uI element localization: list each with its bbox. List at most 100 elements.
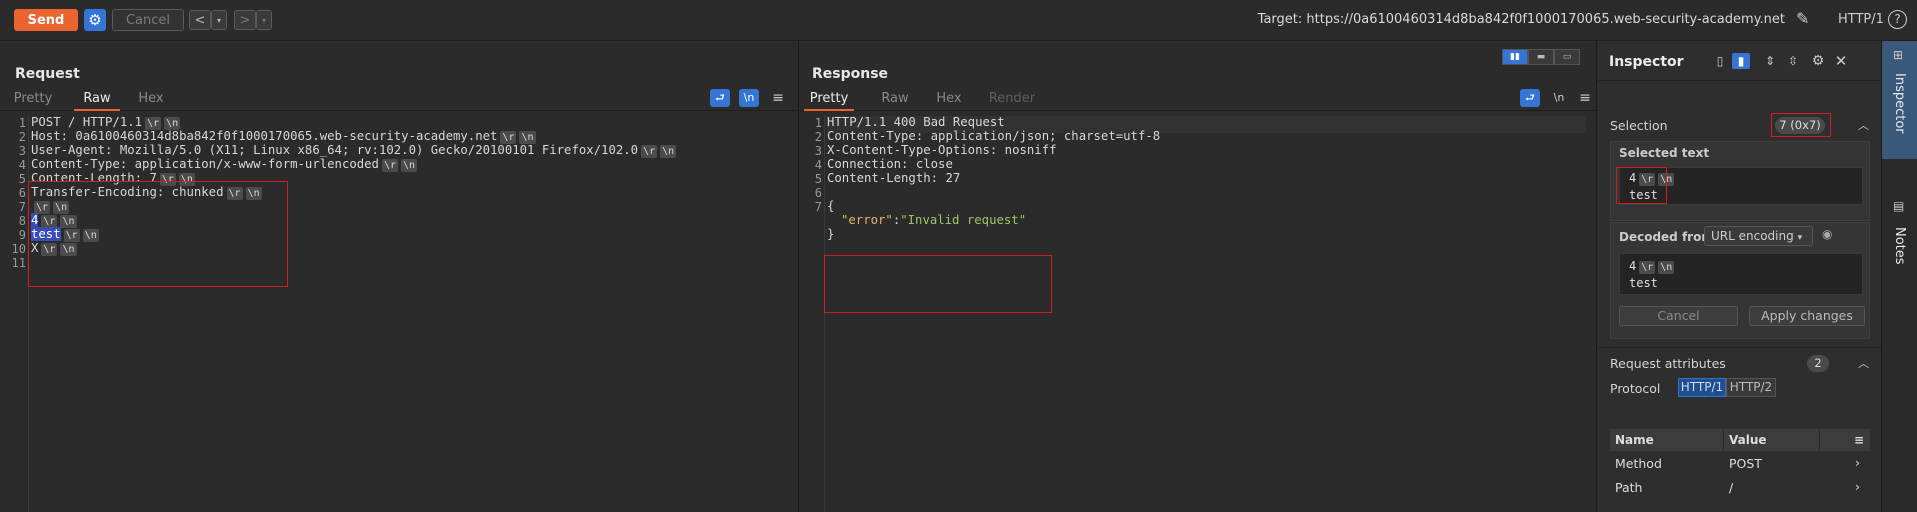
- line-number: 11: [11, 256, 26, 270]
- inspector-settings-gear-icon[interactable]: ⚙: [1809, 53, 1827, 69]
- column-header-name[interactable]: Name: [1610, 429, 1724, 451]
- crlf-marker: \n: [401, 159, 418, 172]
- request-panel: Request Pretty Raw Hex ⮐ \n ≡ 1234567891…: [0, 41, 799, 512]
- inspector-layout-left-icon[interactable]: ▯: [1711, 53, 1729, 69]
- tab-request-pretty[interactable]: Pretty: [10, 88, 56, 111]
- inspector-title: Inspector: [1609, 54, 1684, 70]
- request-gutter: 1 2 3 4 5 6 7 8 9 10 11: [0, 115, 29, 512]
- http-version-label[interactable]: HTTP/1: [1838, 12, 1884, 27]
- selection-section: Selection 7 (0x7) ︿ Selected text 4 \r \n …: [1598, 81, 1881, 243]
- table-menu-icon[interactable]: ≡: [1820, 429, 1870, 451]
- request-editor[interactable]: 1 2 3 4 5 6 7 8 9 10 11 POST / HTTP/1.1 \r \n Host: 0…: [0, 115, 798, 512]
- word-wrap-icon[interactable]: ⮐: [710, 89, 730, 107]
- row-expand-chevron-icon[interactable]: ›: [1855, 455, 1860, 470]
- crlf-marker: \r: [381, 159, 399, 172]
- decoded-line2: test: [1629, 276, 1658, 290]
- response-line: Content-Length: 27: [827, 171, 961, 185]
- notes-rail-icon[interactable]: ▤: [1893, 199, 1904, 213]
- table-row-name[interactable]: Method: [1615, 456, 1662, 471]
- request-attributes-collapse-chevron-icon[interactable]: ︿: [1858, 355, 1869, 371]
- response-json-line: "error":"Invalid request": [841, 213, 1027, 227]
- rail-notes-tab[interactable]: Notes: [1892, 227, 1907, 265]
- table-row-value[interactable]: POST: [1729, 456, 1762, 471]
- expand-all-icon[interactable]: ⇕: [1761, 53, 1779, 69]
- selected-text-label: Selected text: [1619, 146, 1710, 160]
- tab-response-hex[interactable]: Hex: [926, 88, 972, 111]
- decoded-from-box: Decoded from: URL encoding ▾ ◉ 4 \r \n tes…: [1610, 222, 1870, 339]
- decoded-line1: 4: [1629, 259, 1637, 273]
- response-word-wrap-icon[interactable]: ⮐: [1520, 89, 1540, 107]
- response-editor[interactable]: 1234567 HTTP/1.1 400 Bad Request Content-…: [800, 115, 1596, 512]
- request-attributes-label[interactable]: Request attributes: [1610, 356, 1726, 371]
- line-number: 6: [18, 186, 26, 200]
- table-row-value[interactable]: /: [1729, 480, 1733, 495]
- line-number: 2: [18, 130, 26, 144]
- response-title: Response: [812, 66, 889, 82]
- request-attributes-section: Request attributes 2 ︿ Protocol HTTP/1 H…: [1598, 347, 1881, 512]
- line-number: 5: [18, 172, 26, 186]
- toolbar: Send ⚙ Cancel < ▾ > ▾ Target: https://0a…: [0, 0, 1917, 41]
- protocol-http1-toggle[interactable]: HTTP/1: [1678, 378, 1726, 397]
- tab-response-raw[interactable]: Raw: [872, 88, 918, 111]
- previous-request-button[interactable]: <: [189, 10, 211, 30]
- previous-history-dropdown-icon[interactable]: ▾: [211, 10, 227, 30]
- response-editor-menu-icon[interactable]: ≡: [1575, 89, 1595, 107]
- line-number: 10: [11, 242, 26, 256]
- selection-label[interactable]: Selection: [1610, 118, 1668, 133]
- line-number: 3: [18, 144, 26, 158]
- side-rail: ⊞ Inspector ▤ Notes: [1881, 41, 1917, 512]
- inspector-layout-right-icon[interactable]: ▮: [1732, 53, 1750, 69]
- collapse-all-icon[interactable]: ⇳: [1784, 53, 1802, 69]
- apply-changes-button[interactable]: Apply changes: [1749, 306, 1865, 326]
- layout-stacked-icon[interactable]: ▬: [1528, 49, 1554, 65]
- line-number: 5: [814, 172, 822, 186]
- response-highlight-box: [824, 255, 1052, 313]
- request-highlight-box: [28, 181, 288, 287]
- row-expand-chevron-icon[interactable]: ›: [1855, 479, 1860, 494]
- cancel-button[interactable]: Cancel: [112, 9, 184, 31]
- edit-target-pencil-icon[interactable]: ✎: [1796, 9, 1816, 31]
- inspector-panel: Inspector ▯ ▮ ⇕ ⇳ ⚙ ✕ Selection 7 (0x7) …: [1598, 41, 1881, 512]
- editor-menu-icon[interactable]: ≡: [768, 89, 788, 107]
- inspector-header: Inspector ▯ ▮ ⇕ ⇳ ⚙ ✕: [1598, 41, 1881, 81]
- layout-side-by-side-icon[interactable]: ▮▮: [1502, 49, 1528, 65]
- line-number: 1: [18, 116, 26, 130]
- line-number: 4: [814, 158, 822, 172]
- tab-response-pretty[interactable]: Pretty: [804, 88, 854, 111]
- column-header-value[interactable]: Value: [1724, 429, 1820, 451]
- layout-tabs-icon[interactable]: ▭: [1554, 49, 1580, 65]
- tab-request-raw[interactable]: Raw: [74, 88, 120, 111]
- selection-collapse-chevron-icon[interactable]: ︿: [1858, 117, 1869, 133]
- tab-response-render[interactable]: Render: [983, 88, 1041, 111]
- decoded-value[interactable]: 4 \r \n test: [1619, 253, 1863, 295]
- protocol-label: Protocol: [1610, 381, 1661, 396]
- selection-count-highlight: [1771, 113, 1831, 137]
- next-request-button[interactable]: >: [234, 10, 256, 30]
- selected-text-box: Selected text 4 \r \n test: [1610, 141, 1870, 221]
- line-number: 7: [18, 200, 26, 214]
- line-number: 8: [18, 214, 26, 228]
- crlf-marker: \n: [660, 145, 677, 158]
- close-inspector-icon[interactable]: ✕: [1832, 53, 1850, 69]
- inspector-cancel-button[interactable]: Cancel: [1619, 306, 1738, 326]
- line-number: 3: [814, 144, 822, 158]
- request-title: Request: [15, 66, 80, 82]
- request-tabs: Pretty Raw Hex: [0, 88, 798, 111]
- show-nonprintable-icon[interactable]: \n: [739, 89, 759, 107]
- table-row-name[interactable]: Path: [1615, 480, 1642, 495]
- target-url: Target: https://0a6100460314d8ba842f0f10…: [1257, 12, 1785, 27]
- tab-request-hex[interactable]: Hex: [130, 88, 172, 111]
- protocol-http2-toggle[interactable]: HTTP/2: [1726, 378, 1776, 397]
- send-button[interactable]: Send: [14, 9, 78, 31]
- crlf-marker: \r: [641, 145, 658, 158]
- settings-gear-icon[interactable]: ⚙: [84, 9, 106, 31]
- response-show-nonprintable-icon[interactable]: \n: [1549, 89, 1569, 107]
- rail-inspector-tab[interactable]: ⊞ Inspector: [1882, 41, 1917, 159]
- help-icon[interactable]: ?: [1888, 10, 1907, 29]
- next-history-dropdown-icon[interactable]: ▾: [256, 10, 272, 30]
- decoding-options-icon[interactable]: ◉: [1822, 227, 1832, 241]
- selected-text-highlight: [1616, 167, 1667, 204]
- line-number: 1: [814, 116, 822, 130]
- decoding-select[interactable]: URL encoding ▾: [1704, 226, 1813, 246]
- line-number: 6: [814, 186, 822, 200]
